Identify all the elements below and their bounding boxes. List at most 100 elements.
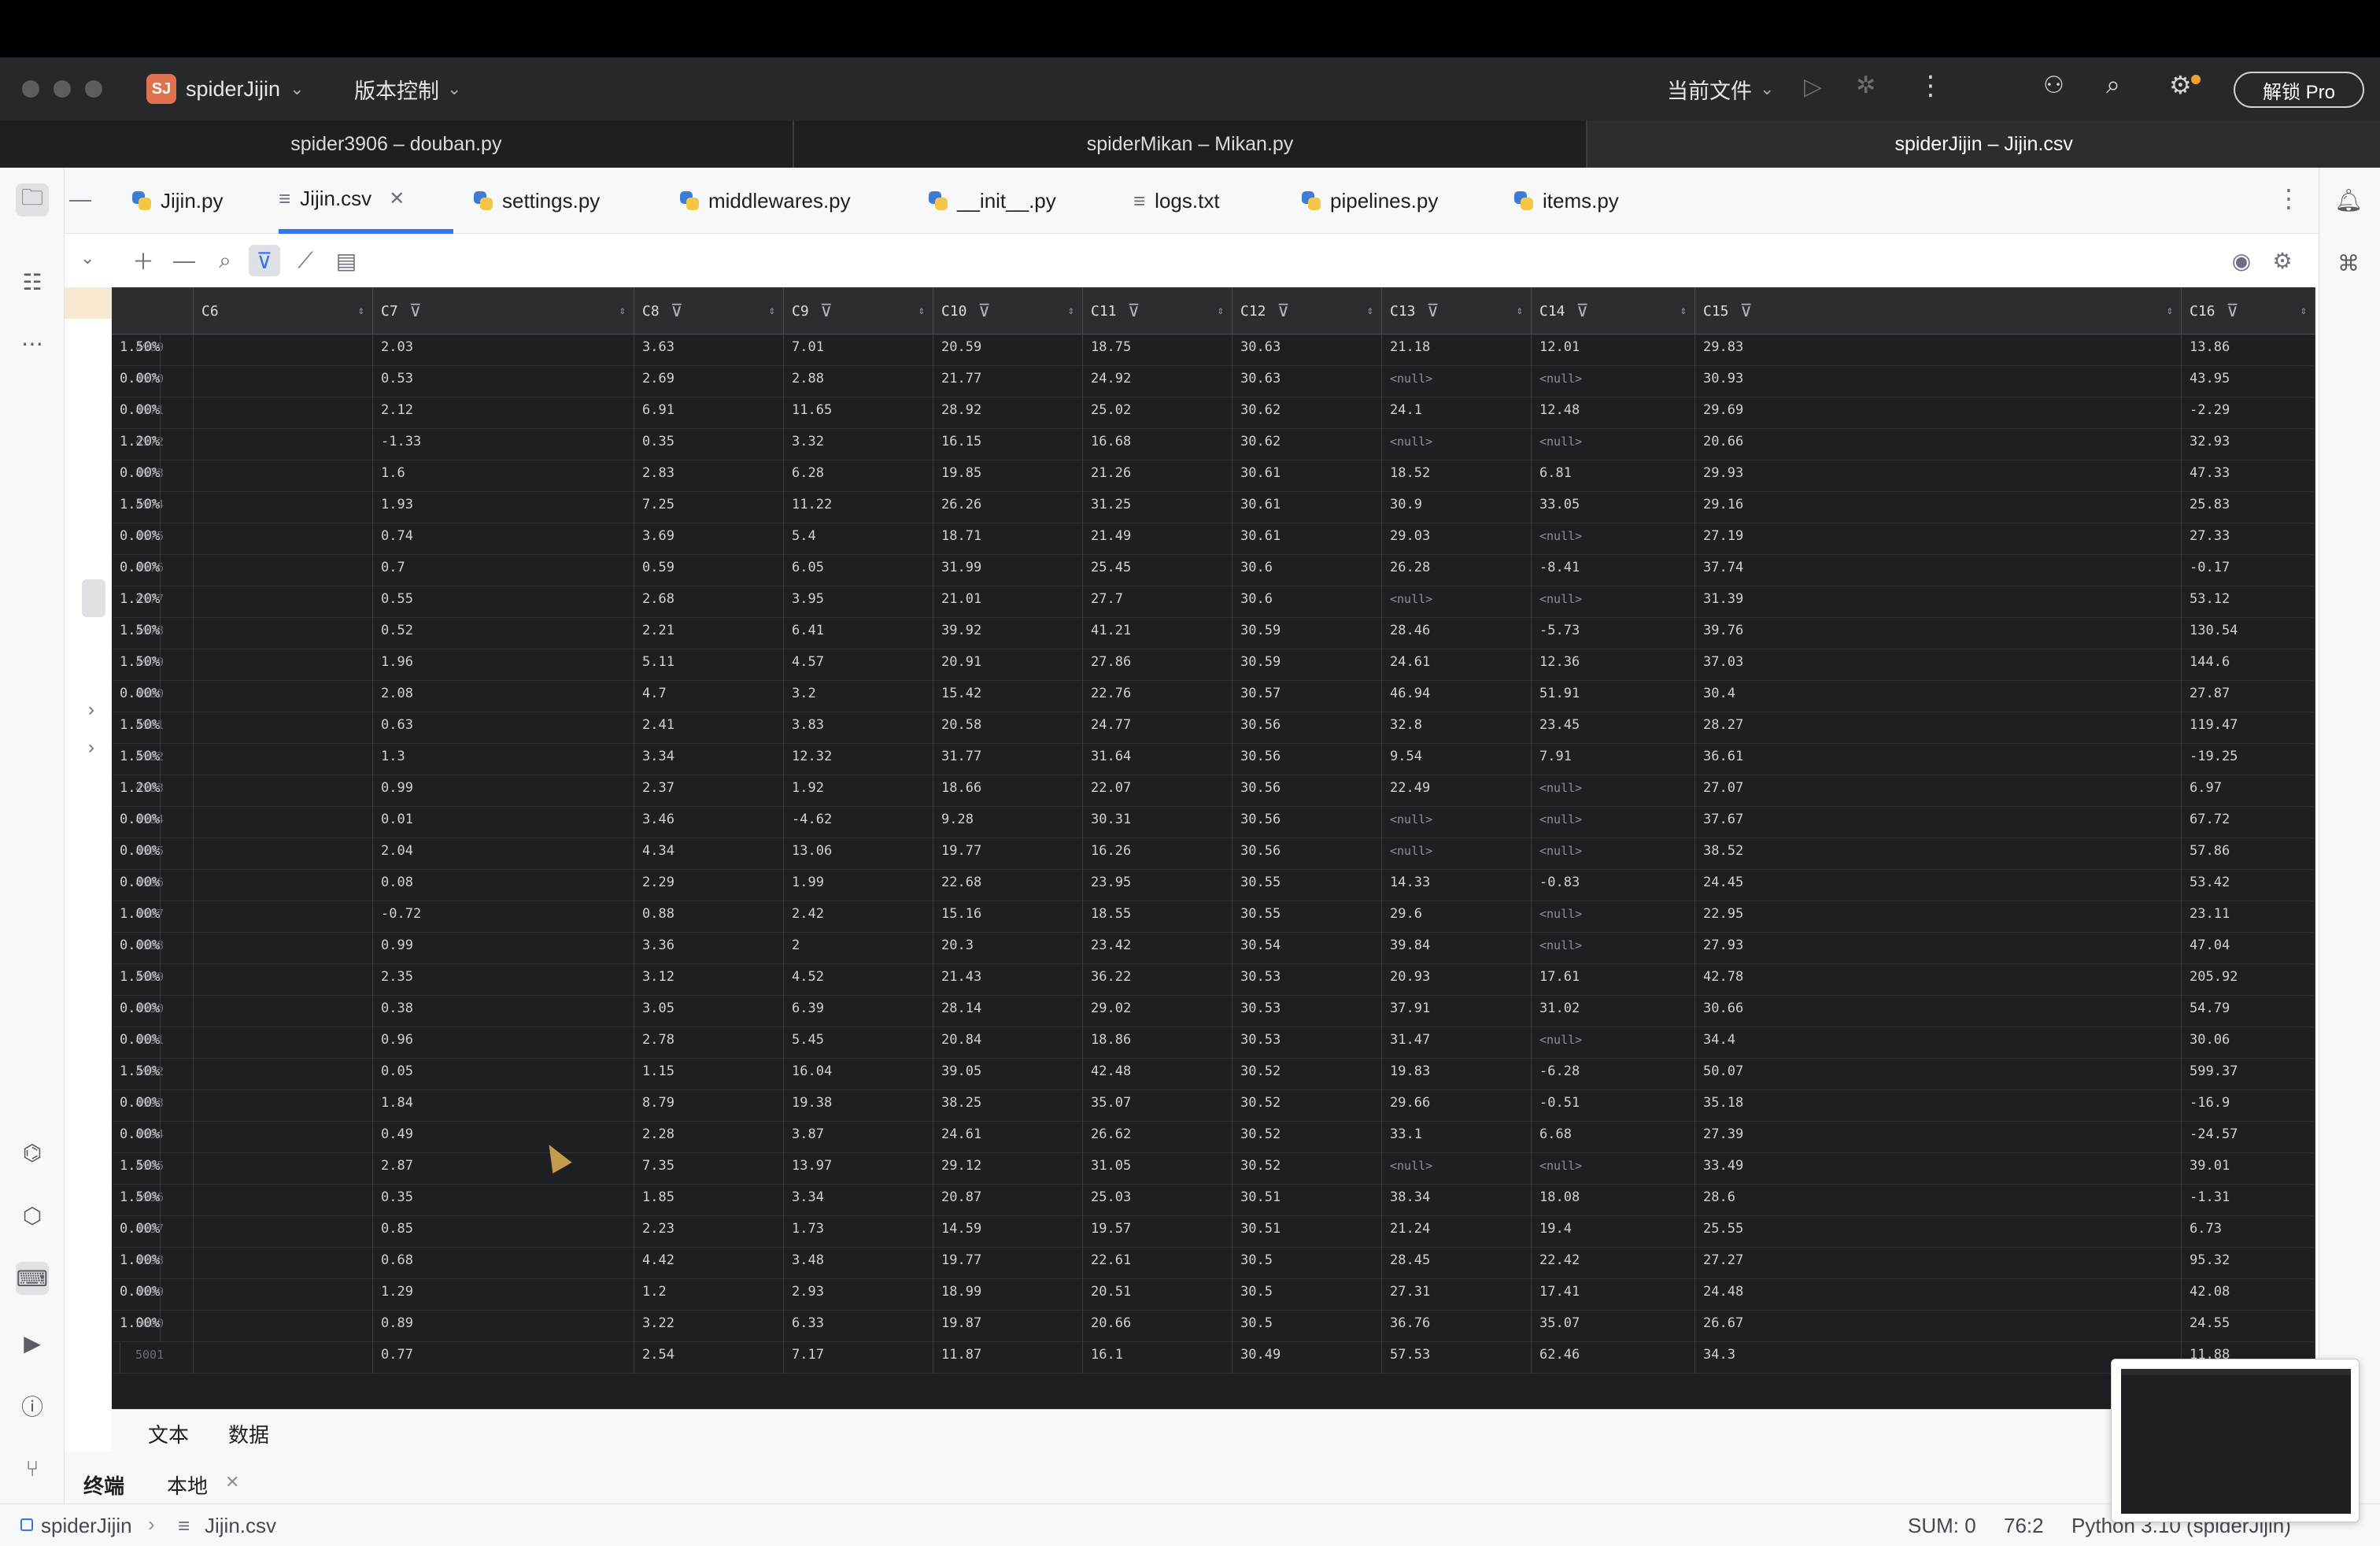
table-cell[interactable] — [194, 523, 373, 555]
table-cell[interactable]: 0.88 — [634, 901, 784, 933]
table-cell[interactable]: <null> — [1382, 429, 1532, 460]
project-folder-icon[interactable]: 🗀 — [16, 183, 49, 216]
filter-icon[interactable]: ⊽ — [820, 301, 833, 321]
table-cell[interactable]: 3.48 — [784, 1248, 933, 1279]
table-cell[interactable]: 16.26 — [1083, 838, 1232, 870]
table-cell[interactable]: <null> — [1532, 429, 1695, 460]
table-cell[interactable]: 39.76 — [1695, 618, 2182, 649]
python-console-icon[interactable]: ⌬ — [16, 1136, 49, 1169]
table-cell[interactable]: 30.6 — [1232, 586, 1382, 618]
table-cell[interactable]: 3.12 — [634, 964, 784, 996]
table-cell[interactable]: <null> — [1532, 807, 1695, 838]
table-cell[interactable]: 1.50% — [112, 964, 161, 996]
table-cell[interactable]: 0.00% — [112, 1279, 161, 1311]
table-cell[interactable] — [194, 712, 373, 744]
table-cell[interactable] — [194, 1153, 373, 1185]
table-cell[interactable]: 0.00% — [112, 870, 161, 901]
table-cell[interactable]: 1.50% — [112, 618, 161, 649]
table-cell[interactable]: 19.83 — [1382, 1059, 1532, 1090]
table-cell[interactable]: 24.61 — [933, 1122, 1083, 1153]
table-cell[interactable]: 37.91 — [1382, 996, 1532, 1027]
table-cell[interactable]: 1.96 — [373, 649, 634, 681]
table-cell[interactable]: 1.99 — [784, 870, 933, 901]
project-selector[interactable]: SJ spiderJijin ⌄ — [146, 74, 305, 104]
table-cell[interactable]: 0.00% — [112, 460, 161, 492]
table-cell[interactable]: 30.61 — [1232, 460, 1382, 492]
table-cell[interactable]: 3.63 — [634, 335, 784, 366]
table-cell[interactable]: 30.56 — [1232, 775, 1382, 807]
table-cell[interactable]: 30.56 — [1232, 712, 1382, 744]
table-cell[interactable]: 0.52 — [373, 618, 634, 649]
table-cell[interactable]: 23.42 — [1083, 933, 1232, 964]
table-cell[interactable]: 25.45 — [1083, 555, 1232, 586]
table-cell[interactable]: 26.62 — [1083, 1122, 1232, 1153]
column-header-c11[interactable]: C11 ⊽ ⇕ — [1083, 287, 1232, 335]
table-cell[interactable]: 6.05 — [784, 555, 933, 586]
table-cell[interactable]: 41.21 — [1083, 618, 1232, 649]
table-cell[interactable]: 0.99 — [373, 775, 634, 807]
table-cell[interactable]: 8.79 — [634, 1090, 784, 1122]
table-cell[interactable]: <null> — [1532, 366, 1695, 398]
table-cell[interactable]: 35.07 — [1083, 1090, 1232, 1122]
table-row[interactable]: 4997 0.85 2.23 1.73 14.59 19.57 30.51 21.24 19.4… — [112, 1216, 2315, 1248]
table-cell[interactable]: 24.77 — [1083, 712, 1232, 744]
table-cell[interactable]: 21.49 — [1083, 523, 1232, 555]
table-cell[interactable]: 21.18 — [1382, 335, 1532, 366]
table-cell[interactable]: 2.68 — [634, 586, 784, 618]
table-cell[interactable]: 6.33 — [784, 1311, 933, 1342]
table-row[interactable]: 4980 2.08 4.7 3.2 15.42 22.76 30.57 46.94 51.91 3… — [112, 681, 2315, 712]
table-cell[interactable]: 27.86 — [1083, 649, 1232, 681]
table-cell[interactable] — [194, 398, 373, 429]
table-cell[interactable]: 12.48 — [1532, 398, 1695, 429]
table-cell[interactable]: 25.55 — [1695, 1216, 2182, 1248]
table-cell[interactable]: 30.52 — [1232, 1122, 1382, 1153]
table-cell[interactable]: -0.51 — [1532, 1090, 1695, 1122]
table-cell[interactable]: 30.52 — [1232, 1059, 1382, 1090]
table-cell[interactable]: 42.08 — [2182, 1279, 2315, 1311]
sort-icon[interactable]: ⇕ — [1068, 305, 1074, 317]
table-cell[interactable]: 29.6 — [1382, 901, 1532, 933]
table-cell[interactable]: <null> — [1532, 838, 1695, 870]
table-cell[interactable]: 0.63 — [373, 712, 634, 744]
table-cell[interactable]: 57.53 — [1382, 1342, 1532, 1374]
table-cell[interactable]: -6.28 — [1532, 1059, 1695, 1090]
breadcrumb-file[interactable]: Jijin.csv — [205, 1514, 276, 1538]
table-cell[interactable]: <null> — [1382, 838, 1532, 870]
table-cell[interactable]: 1.00% — [112, 1248, 161, 1279]
table-cell[interactable]: 3.34 — [634, 744, 784, 775]
chevron-down-icon[interactable]: ⌄ — [80, 248, 94, 268]
table-cell[interactable]: -0.72 — [373, 901, 634, 933]
table-cell[interactable]: 30.61 — [1232, 523, 1382, 555]
table-cell[interactable] — [194, 1027, 373, 1059]
table-row[interactable]: 4996 0.35 1.85 3.34 20.87 25.03 30.51 38.34 18.0… — [112, 1185, 2315, 1216]
table-cell[interactable]: 19.57 — [1083, 1216, 1232, 1248]
table-row[interactable]: 4990 0.38 3.05 6.39 28.14 29.02 30.53 37.91 31.0… — [112, 996, 2315, 1027]
table-cell[interactable] — [194, 555, 373, 586]
search-icon[interactable]: ⌕ — [209, 245, 241, 276]
table-cell[interactable]: 27.7 — [1083, 586, 1232, 618]
table-cell[interactable]: 26.67 — [1695, 1311, 2182, 1342]
table-cell[interactable]: 4.42 — [634, 1248, 784, 1279]
table-cell[interactable] — [194, 492, 373, 523]
python-packages-icon[interactable]: ⬡ — [16, 1199, 49, 1232]
table-row[interactable]: 4971 2.12 6.91 11.65 28.92 25.02 30.62 24.1 12.4… — [112, 398, 2315, 429]
table-cell[interactable]: 2.41 — [634, 712, 784, 744]
table-cell[interactable]: -0.83 — [1532, 870, 1695, 901]
table-cell[interactable]: 2.37 — [634, 775, 784, 807]
column-header-c12[interactable]: C12 ⊽ ⇕ — [1232, 287, 1382, 335]
table-cell[interactable]: 13.06 — [784, 838, 933, 870]
column-header-c13[interactable]: C13 ⊽ ⇕ — [1382, 287, 1532, 335]
terminal-tab-local[interactable]: 本地 — [167, 1470, 208, 1500]
table-cell[interactable]: 24.55 — [2182, 1311, 2315, 1342]
table-cell[interactable]: 53.42 — [2182, 870, 2315, 901]
table-row[interactable]: 4972 -1.33 0.35 3.32 16.15 16.68 30.62 <null> <n… — [112, 429, 2315, 460]
table-cell[interactable]: 3.87 — [784, 1122, 933, 1153]
table-cell[interactable]: 1.73 — [784, 1216, 933, 1248]
column-header-c6[interactable]: C6 ⇕ — [194, 287, 373, 335]
table-row[interactable]: 4976 0.7 0.59 6.05 31.99 25.45 30.6 26.28 -8.41 3… — [112, 555, 2315, 586]
table-cell[interactable]: 7.35 — [634, 1153, 784, 1185]
table-cell[interactable]: 6.73 — [2182, 1216, 2315, 1248]
table-cell[interactable]: 0.00% — [112, 933, 161, 964]
table-cell[interactable] — [194, 366, 373, 398]
zoom-window-button[interactable] — [85, 80, 102, 98]
